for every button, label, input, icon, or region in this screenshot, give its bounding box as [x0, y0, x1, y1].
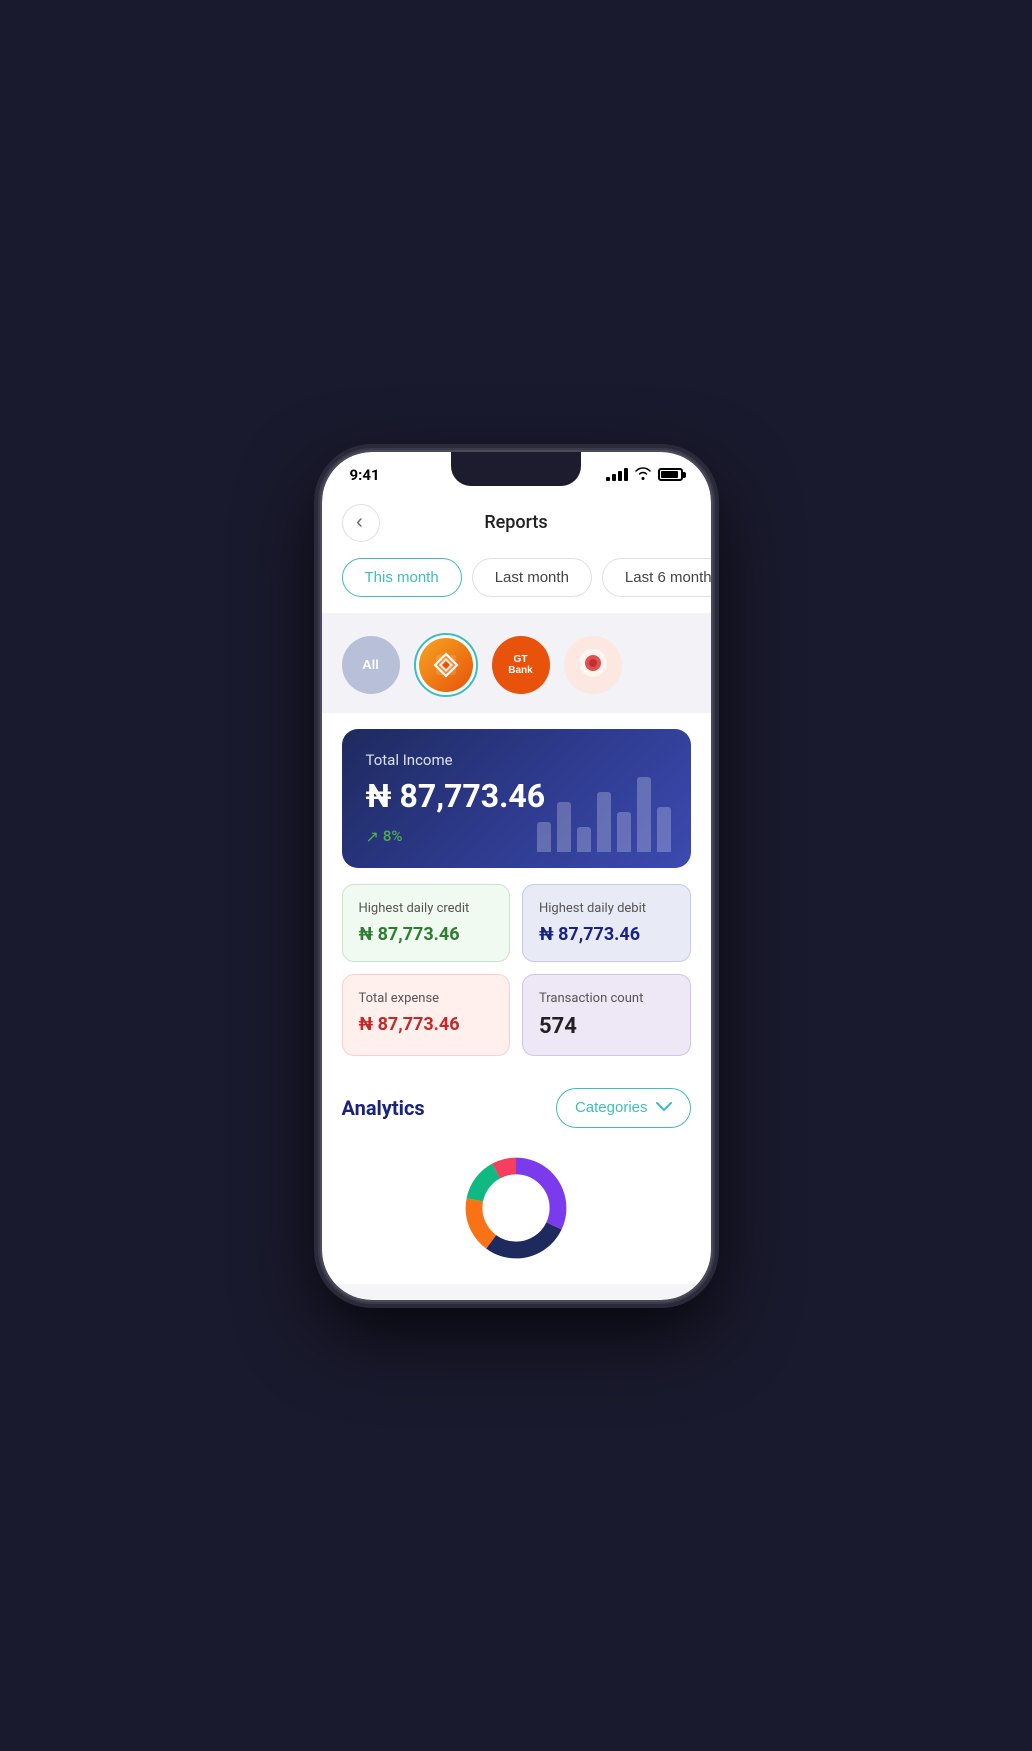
status-icons: [606, 466, 683, 484]
income-card: Total Income ₦ 87,773.46 ↗ 8%: [342, 729, 691, 868]
status-time: 9:41: [350, 466, 380, 484]
page-title: Reports: [380, 512, 653, 533]
battery-icon: [658, 468, 683, 481]
stat-debit-label: Highest daily debit: [539, 901, 674, 916]
income-card-label: Total Income: [366, 751, 667, 769]
stat-highest-credit: Highest daily credit ₦ 87,773.46: [342, 884, 511, 962]
chart-bar-3: [577, 827, 591, 852]
change-arrow-icon: ↗: [366, 827, 379, 846]
stat-credit-value: ₦ 87,773.46: [359, 924, 494, 945]
bank-diamond-inner: [419, 638, 473, 692]
bank-filter: All: [322, 613, 711, 713]
back-button[interactable]: ‹: [342, 504, 380, 542]
period-tabs: This month Last month Last 6 months: [322, 558, 711, 613]
stat-credit-label: Highest daily credit: [359, 901, 494, 916]
bank-sterling-label: [575, 645, 611, 684]
stats-grid: Highest daily credit ₦ 87,773.46 Highest…: [322, 884, 711, 1072]
tab-last-month[interactable]: Last month: [472, 558, 592, 597]
chevron-down-icon: [656, 1099, 672, 1117]
chart-bar-2: [557, 802, 571, 852]
stat-count-label: Transaction count: [539, 991, 674, 1006]
chart-bar-4: [597, 792, 611, 852]
stat-total-expense: Total expense ₦ 87,773.46: [342, 974, 511, 1056]
chart-bar-1: [537, 822, 551, 852]
wifi-icon: [634, 466, 652, 484]
bank-gt-label: GTBank: [508, 654, 532, 676]
tab-this-month[interactable]: This month: [342, 558, 462, 597]
bank-filter-all[interactable]: All: [342, 636, 400, 694]
bank-filter-diamond[interactable]: [414, 633, 478, 697]
chart-bar-7: [657, 807, 671, 852]
categories-dropdown[interactable]: Categories: [556, 1088, 691, 1128]
analytics-title: Analytics: [342, 1096, 425, 1120]
donut-chart: [342, 1148, 691, 1268]
stat-debit-value: ₦ 87,773.46: [539, 924, 674, 945]
bank-icons-row: All: [342, 633, 691, 697]
header: ‹ Reports: [322, 492, 711, 558]
signal-icon: [606, 468, 628, 481]
stat-count-value: 574: [539, 1014, 674, 1039]
donut-chart-svg: [456, 1108, 576, 1300]
categories-label: Categories: [575, 1099, 648, 1116]
analytics-section: Analytics Categories: [322, 1072, 711, 1284]
bank-filter-sterling[interactable]: [564, 636, 622, 694]
income-chart-bars: [537, 777, 671, 852]
stat-transaction-count: Transaction count 574: [522, 974, 691, 1056]
stat-expense-value: ₦ 87,773.46: [359, 1014, 494, 1035]
back-icon: ‹: [356, 511, 363, 534]
tab-last-6-months[interactable]: Last 6 months: [602, 558, 711, 597]
sterling-logo: [575, 645, 611, 681]
stat-highest-debit: Highest daily debit ₦ 87,773.46: [522, 884, 691, 962]
bank-diamond-logo: [431, 650, 461, 680]
chart-bar-5: [617, 812, 631, 852]
bank-filter-gtbank[interactable]: GTBank: [492, 636, 550, 694]
change-value: 8%: [383, 827, 403, 845]
stat-expense-label: Total expense: [359, 991, 494, 1006]
bank-all-label: All: [362, 657, 379, 672]
chart-bar-6: [637, 777, 651, 852]
